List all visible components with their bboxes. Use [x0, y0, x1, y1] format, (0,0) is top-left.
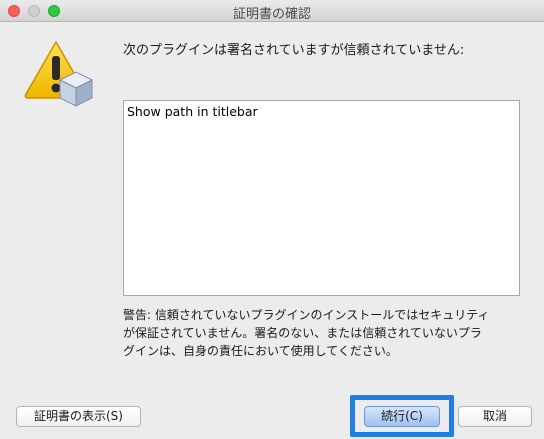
list-item[interactable]: Show path in titlebar: [127, 104, 258, 119]
title-bar: 証明書の確認: [0, 0, 544, 22]
plugin-list[interactable]: Show path in titlebar: [123, 100, 520, 296]
window-title: 証明書の確認: [232, 7, 311, 22]
show-certificate-button[interactable]: 証明書の表示(S): [16, 406, 141, 427]
trust-message: 次のプラグインは署名されていますが信頼されていません:: [123, 43, 465, 58]
cancel-button[interactable]: 取消: [458, 406, 532, 427]
continue-button[interactable]: 続行(C): [364, 406, 440, 427]
security-warning-text: 警告: 信頼されていないプラグインのインストールではセキュリティ が保証されてい…: [123, 308, 490, 358]
warning-plugin-icon: [22, 38, 98, 108]
